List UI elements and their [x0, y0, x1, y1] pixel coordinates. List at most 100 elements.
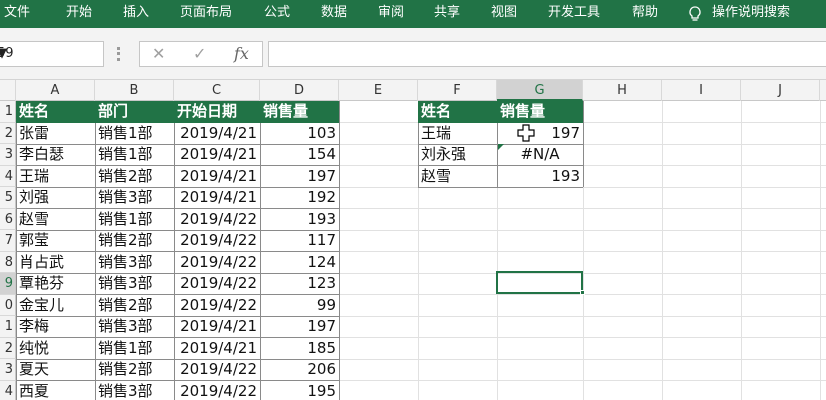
row-header-selected[interactable]: 9 — [0, 273, 16, 295]
table-cell[interactable]: 销售3部 — [95, 316, 174, 338]
column-header-f[interactable]: F — [418, 80, 497, 101]
table-cell[interactable]: 123 — [260, 273, 339, 295]
table-cell[interactable]: 夏天 — [16, 359, 95, 381]
table-cell[interactable]: 销售3部 — [95, 252, 174, 274]
menu-file[interactable]: 文件 — [4, 0, 30, 28]
name-box[interactable]: 59 ▼ — [0, 41, 104, 67]
row-header[interactable]: 0 — [0, 294, 16, 316]
table-cell[interactable]: 金宝儿 — [16, 295, 95, 317]
column-header-g[interactable]: G — [497, 80, 583, 101]
row-header[interactable]: 4 — [0, 380, 16, 400]
table-cell[interactable]: 销售3部 — [95, 273, 174, 295]
column-header-j[interactable]: J — [741, 80, 820, 101]
table-cell[interactable]: 2019/4/22 — [174, 209, 260, 231]
error-indicator-icon[interactable] — [498, 144, 504, 150]
table-cell[interactable]: 117 — [260, 230, 339, 252]
select-all-corner[interactable] — [0, 80, 16, 101]
header-cell-date[interactable]: 开始日期 — [174, 101, 260, 123]
table-cell[interactable]: 赵雪 — [16, 209, 95, 231]
header-cell-sales[interactable]: 销售量 — [260, 101, 339, 123]
menu-help[interactable]: 帮助 — [632, 0, 658, 28]
chevron-down-icon[interactable]: ▼ — [0, 46, 7, 61]
table-cell[interactable]: 销售2部 — [95, 295, 174, 317]
row-header[interactable]: 7 — [0, 230, 16, 252]
menu-insert[interactable]: 插入 — [123, 0, 149, 28]
table-cell[interactable]: 2019/4/22 — [174, 230, 260, 252]
enter-icon[interactable]: ✓ — [193, 44, 206, 63]
active-cell-g9[interactable] — [496, 271, 583, 294]
menu-review[interactable]: 审阅 — [378, 0, 404, 28]
table-cell[interactable]: 销售2部 — [95, 166, 174, 188]
table-cell[interactable]: 206 — [260, 359, 339, 381]
table-cell[interactable]: 2019/4/22 — [174, 381, 260, 400]
menu-share[interactable]: 共享 — [434, 0, 460, 28]
row-header[interactable]: 1 — [0, 316, 16, 338]
lookup-cell[interactable]: 197 — [497, 123, 583, 145]
table-cell[interactable]: 185 — [260, 338, 339, 360]
table-cell[interactable]: 2019/4/21 — [174, 144, 260, 166]
lookup-header-name[interactable]: 姓名 — [418, 101, 497, 123]
menu-formulas[interactable]: 公式 — [264, 0, 290, 28]
lookup-header-sales[interactable]: 销售量 — [497, 101, 583, 123]
table-cell[interactable]: 销售2部 — [95, 359, 174, 381]
menu-view[interactable]: 视图 — [491, 0, 517, 28]
table-cell[interactable]: 99 — [260, 295, 339, 317]
table-cell[interactable]: 124 — [260, 252, 339, 274]
row-header[interactable]: 2 — [0, 122, 16, 144]
column-header-d[interactable]: D — [260, 80, 339, 101]
header-cell-name[interactable]: 姓名 — [16, 101, 95, 123]
row-header[interactable]: 2 — [0, 337, 16, 359]
column-header-c[interactable]: C — [174, 80, 260, 101]
menu-home[interactable]: 开始 — [66, 0, 92, 28]
table-cell[interactable]: 2019/4/21 — [174, 166, 260, 188]
table-cell[interactable]: 销售1部 — [95, 144, 174, 166]
table-cell[interactable]: 2019/4/22 — [174, 252, 260, 274]
table-cell[interactable]: 2019/4/22 — [174, 295, 260, 317]
menu-developer[interactable]: 开发工具 — [548, 0, 600, 28]
worksheet-grid[interactable]: A B C D E F G H I J 1 2 3 4 5 6 7 8 9 0 … — [0, 80, 826, 400]
tell-me-search[interactable]: 操作说明搜索 — [712, 0, 790, 28]
menu-data[interactable]: 数据 — [321, 0, 347, 28]
lightbulb-icon[interactable] — [686, 5, 704, 23]
insert-function-icon[interactable]: fx — [234, 44, 249, 63]
formula-input[interactable] — [268, 41, 826, 67]
table-cell[interactable]: 2019/4/21 — [174, 338, 260, 360]
column-header-b[interactable]: B — [95, 80, 174, 101]
row-header[interactable]: 3 — [0, 144, 16, 166]
table-cell[interactable]: 李梅 — [16, 316, 95, 338]
table-cell[interactable]: 2019/4/22 — [174, 359, 260, 381]
table-cell[interactable]: 销售2部 — [95, 230, 174, 252]
lookup-cell[interactable]: 赵雪 — [418, 166, 497, 188]
column-header-e[interactable]: E — [339, 80, 418, 101]
table-cell[interactable]: 李白瑟 — [16, 144, 95, 166]
lookup-cell[interactable]: 193 — [497, 166, 583, 188]
column-header-h[interactable]: H — [583, 80, 662, 101]
table-cell[interactable]: 肖占武 — [16, 252, 95, 274]
table-cell[interactable]: 覃艳芬 — [16, 273, 95, 295]
row-header[interactable]: 4 — [0, 165, 16, 187]
table-cell[interactable]: 197 — [260, 316, 339, 338]
table-cell[interactable]: 2019/4/21 — [174, 187, 260, 209]
column-header-a[interactable]: A — [16, 80, 95, 101]
table-cell[interactable]: 刘强 — [16, 187, 95, 209]
drag-handle-icon[interactable] — [117, 47, 120, 61]
row-header[interactable]: 1 — [0, 101, 16, 123]
cancel-icon[interactable]: ✕ — [152, 44, 165, 63]
row-header[interactable]: 5 — [0, 187, 16, 209]
table-cell[interactable]: 192 — [260, 187, 339, 209]
table-cell[interactable]: 销售1部 — [95, 338, 174, 360]
fill-handle[interactable] — [580, 290, 585, 295]
lookup-cell[interactable]: 王瑞 — [418, 123, 497, 145]
table-cell[interactable]: 193 — [260, 209, 339, 231]
table-cell[interactable]: 销售1部 — [95, 123, 174, 145]
row-header[interactable]: 8 — [0, 251, 16, 273]
table-cell[interactable]: 103 — [260, 123, 339, 145]
table-cell[interactable]: 154 — [260, 144, 339, 166]
header-cell-dept[interactable]: 部门 — [95, 101, 174, 123]
table-cell[interactable]: 西夏 — [16, 381, 95, 400]
table-cell[interactable]: 纯悦 — [16, 338, 95, 360]
table-cell[interactable]: 郭莹 — [16, 230, 95, 252]
row-header[interactable]: 3 — [0, 359, 16, 381]
lookup-cell[interactable]: 刘永强 — [418, 144, 497, 166]
menu-page-layout[interactable]: 页面布局 — [180, 0, 232, 28]
